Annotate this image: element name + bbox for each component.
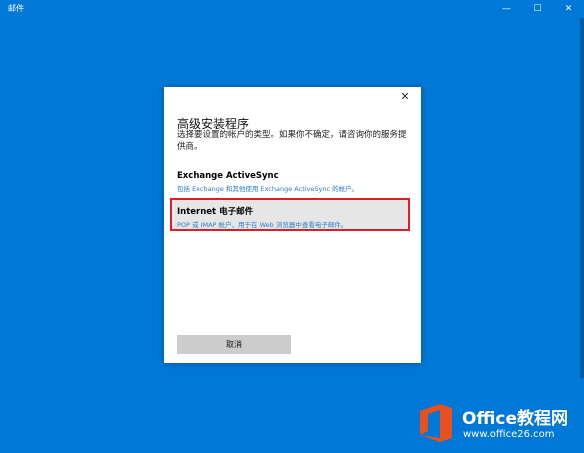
option-title: Exchange ActiveSync bbox=[177, 171, 279, 181]
watermark-url: www.office26.com bbox=[463, 429, 555, 440]
background-window-edge bbox=[580, 18, 584, 378]
cancel-button[interactable]: 取消 bbox=[177, 335, 291, 354]
dialog-description: 选择要设置的帐户的类型。如果你不确定，请咨询你的服务提供商。 bbox=[177, 130, 407, 152]
window-close-button[interactable]: ✕ bbox=[553, 0, 584, 18]
watermark: Office教程网 www.office26.com bbox=[416, 398, 584, 453]
option-subtitle: POP 或 IMAP 帐户，用于在 Web 浏览器中查看电子邮件。 bbox=[177, 221, 348, 229]
window-controls: — ☐ ✕ bbox=[491, 0, 584, 18]
option-title: Internet 电子邮件 bbox=[177, 207, 254, 217]
window-title: 邮件 bbox=[8, 4, 24, 13]
maximize-button[interactable]: ☐ bbox=[522, 0, 553, 18]
option-internet-email[interactable]: Internet 电子邮件 POP 或 IMAP 帐户，用于在 Web 浏览器中… bbox=[170, 198, 410, 231]
option-exchange-activesync[interactable]: Exchange ActiveSync 包括 Exchange 和其他使用 Ex… bbox=[177, 171, 409, 193]
dialog-close-button[interactable]: ✕ bbox=[399, 91, 411, 103]
title-bar: 邮件 — ☐ ✕ bbox=[0, 0, 584, 18]
office-logo-icon bbox=[420, 404, 452, 442]
advanced-setup-dialog: ✕ 高级安装程序 选择要设置的帐户的类型。如果你不确定，请咨询你的服务提供商。 … bbox=[164, 87, 421, 363]
minimize-button[interactable]: — bbox=[491, 0, 522, 18]
option-subtitle: 包括 Exchange 和其他使用 Exchange ActiveSync 的帐… bbox=[177, 185, 359, 193]
watermark-brand: Office教程网 bbox=[462, 409, 569, 429]
